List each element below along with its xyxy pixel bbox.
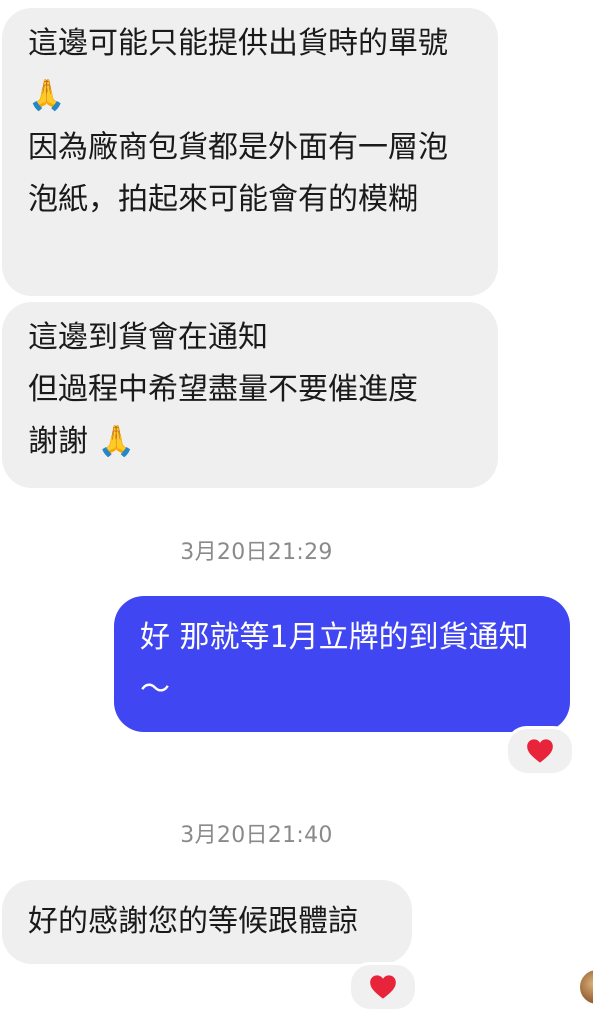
heart-icon (370, 975, 396, 999)
message-timestamp: 3月20日21:40 (180, 823, 333, 848)
heart-reaction[interactable] (505, 726, 575, 776)
outgoing-message-bubble[interactable]: 好 那就等1月立牌的到貨通知～ (114, 596, 570, 732)
incoming-message-bubble[interactable]: 好的感謝您的等候跟體諒 (2, 880, 412, 964)
seen-avatar (578, 968, 593, 1006)
heart-icon (527, 739, 553, 763)
message-timestamp: 3月20日21:29 (180, 540, 333, 565)
incoming-message-bubble[interactable]: 這邊到貨會在通知 但過程中希望盡量不要催進度 謝謝 🙏 (2, 302, 498, 488)
heart-reaction[interactable] (348, 962, 418, 1012)
incoming-message-bubble[interactable]: 這邊可能只能提供出貨時的單號 🙏 因為廠商包貨都是外面有一層泡泡紙，拍起來可能會… (2, 8, 498, 296)
